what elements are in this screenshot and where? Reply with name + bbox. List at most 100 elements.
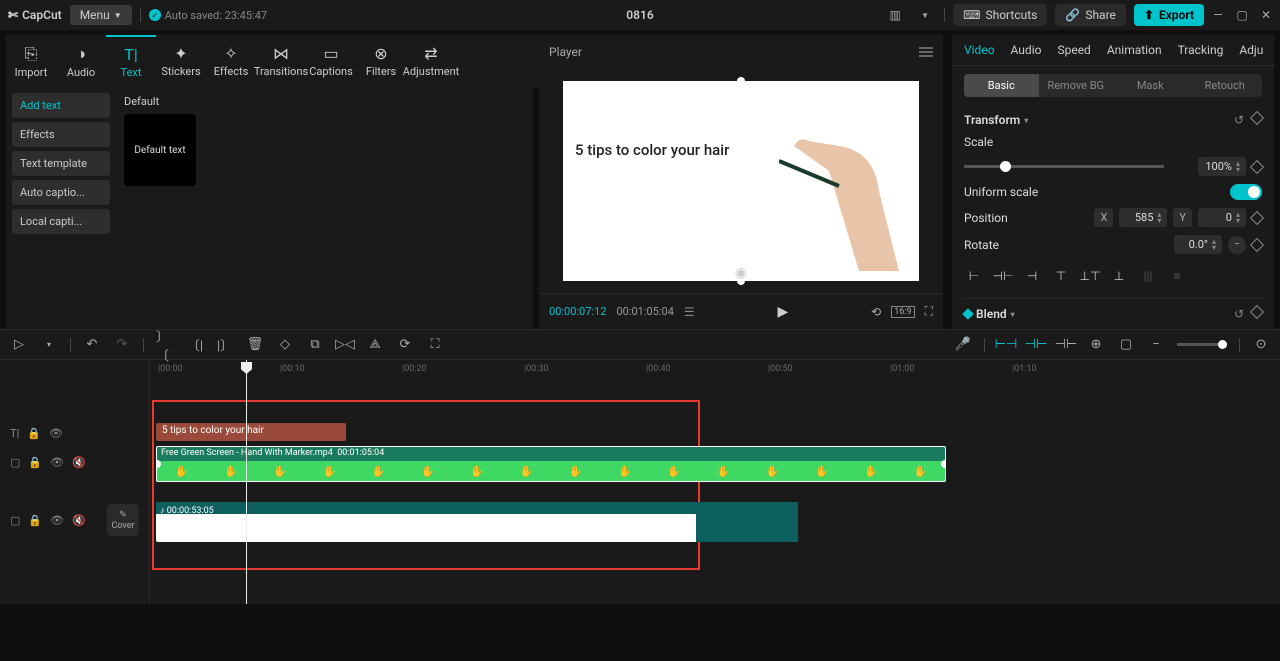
align-vcenter-icon[interactable]: ⊥⊤ bbox=[1080, 266, 1100, 286]
tab-transitions[interactable]: ⋈Transitions bbox=[256, 35, 306, 87]
lock-icon[interactable]: 🔒 bbox=[27, 427, 41, 440]
project-title[interactable]: 0816 bbox=[626, 8, 653, 22]
eye-icon[interactable]: 👁 bbox=[49, 427, 63, 440]
tab-filters[interactable]: ⊗Filters bbox=[356, 35, 406, 87]
magnet-center-icon[interactable]: ⊣⊢ bbox=[1027, 336, 1045, 354]
seg-tab-remove-bg[interactable]: Remove BG bbox=[1039, 74, 1114, 97]
play-button[interactable]: ▶ bbox=[778, 304, 789, 320]
player-menu-icon[interactable] bbox=[919, 47, 933, 57]
tab-captions[interactable]: ▭Captions bbox=[306, 35, 356, 87]
keyframe-button[interactable] bbox=[1250, 305, 1264, 319]
sidebar-item-4[interactable]: Local capti... bbox=[12, 209, 110, 234]
layout-icon[interactable]: ▥ bbox=[884, 4, 906, 26]
timeline-ruler[interactable]: |00:00|00:10|00:20|00:30|00:40|00:50|01:… bbox=[150, 360, 1280, 380]
clip-handle-right[interactable] bbox=[941, 460, 946, 468]
fullscreen-icon[interactable]: ⛶ bbox=[925, 304, 933, 319]
redo-button[interactable]: ↷ bbox=[113, 336, 131, 354]
preview-frame[interactable]: 5 tips to color your hair bbox=[563, 81, 919, 281]
keyframe-button[interactable] bbox=[1250, 159, 1264, 173]
distribute-h-icon[interactable]: ||| bbox=[1138, 266, 1158, 286]
reset-icon[interactable]: ↺ bbox=[1234, 113, 1244, 127]
eye-icon[interactable]: 👁 bbox=[50, 514, 64, 527]
link-icon[interactable]: ⊕ bbox=[1087, 336, 1105, 354]
split-tool[interactable]: 〕〔 bbox=[156, 336, 174, 354]
props-tab-speed[interactable]: Speed bbox=[1057, 43, 1090, 57]
seg-tab-retouch[interactable]: Retouch bbox=[1188, 74, 1263, 97]
ratio-icon[interactable]: 16:9 bbox=[891, 306, 914, 318]
sidebar-item-0[interactable]: Add text bbox=[12, 93, 110, 118]
scale-input[interactable]: 100%▴▾ bbox=[1198, 157, 1246, 176]
tab-stickers[interactable]: ✦Stickers bbox=[156, 35, 206, 87]
seg-tab-basic[interactable]: Basic bbox=[964, 74, 1039, 97]
mute-icon[interactable]: 🔇 bbox=[72, 514, 86, 527]
props-tab-adju[interactable]: Adju bbox=[1239, 43, 1263, 57]
mirror-tool[interactable]: ▷◁ bbox=[336, 336, 354, 354]
flip-h-tool[interactable]: ⟁ bbox=[366, 336, 384, 354]
keyframe-button[interactable] bbox=[1250, 210, 1264, 224]
delete-tool[interactable]: 🗑 bbox=[246, 336, 264, 354]
export-button[interactable]: ⬆ Export bbox=[1134, 4, 1204, 26]
sidebar-item-3[interactable]: Auto captio... bbox=[12, 180, 110, 205]
align-top-icon[interactable]: ⊤ bbox=[1051, 266, 1071, 286]
frame-handle-top[interactable] bbox=[737, 77, 745, 85]
rotate-dial[interactable]: − bbox=[1228, 236, 1246, 254]
menu-button[interactable]: Menu ▼ bbox=[70, 5, 132, 25]
chevron-down-icon[interactable]: ▼ bbox=[914, 4, 936, 26]
uniform-scale-toggle[interactable] bbox=[1230, 184, 1262, 200]
align-left-icon[interactable]: ⊢ bbox=[964, 266, 984, 286]
marker-tool[interactable]: ◇ bbox=[276, 336, 294, 354]
lock-icon[interactable]: 🔒 bbox=[28, 514, 42, 527]
zoom-slider[interactable] bbox=[1177, 343, 1227, 346]
magnet-left-icon[interactable]: ⊢⊣ bbox=[997, 336, 1015, 354]
tab-audio[interactable]: ◑Audio bbox=[56, 35, 106, 87]
tab-text[interactable]: T|Text bbox=[106, 35, 156, 87]
x-input[interactable]: 585▴▾ bbox=[1119, 208, 1167, 227]
distribute-v-icon[interactable]: ≡ bbox=[1167, 266, 1187, 286]
trim-right-tool[interactable]: |〕 bbox=[216, 336, 234, 354]
list-icon[interactable]: ☰ bbox=[684, 305, 695, 319]
reset-icon[interactable]: ↺ bbox=[1234, 307, 1244, 321]
rotate-input[interactable]: 0.0°▴▾ bbox=[1174, 235, 1222, 254]
keyframe-button[interactable] bbox=[1250, 111, 1264, 125]
video-clip[interactable]: Free Green Screen - Hand With Marker.mp4… bbox=[156, 446, 946, 482]
default-text-card[interactable]: Default text bbox=[124, 114, 196, 186]
sidebar-item-2[interactable]: Text template bbox=[12, 151, 110, 176]
text-clip[interactable]: 5 tips to color your hair bbox=[156, 423, 346, 441]
align-bottom-icon[interactable]: ⊥ bbox=[1109, 266, 1129, 286]
eye-icon[interactable]: 👁 bbox=[50, 456, 64, 469]
magnet-right-icon[interactable]: ⊣⊢ bbox=[1057, 336, 1075, 354]
keyframe-button[interactable] bbox=[1250, 237, 1264, 251]
fit-icon[interactable]: ⊙ bbox=[1252, 336, 1270, 354]
chevron-down-icon[interactable]: ▾ bbox=[1024, 116, 1028, 125]
y-input[interactable]: 0▴▾ bbox=[1198, 208, 1246, 227]
copy-tool[interactable]: ⧉ bbox=[306, 336, 324, 354]
crop-tool[interactable]: ⛶ bbox=[426, 336, 444, 354]
lock-icon[interactable]: 🔒 bbox=[28, 456, 42, 469]
preview-icon[interactable]: ▢ bbox=[1117, 336, 1135, 354]
chevron-down-icon[interactable]: ▾ bbox=[1011, 310, 1015, 319]
minimize-button[interactable]: — bbox=[1212, 8, 1224, 22]
sidebar-item-1[interactable]: Effects bbox=[12, 122, 110, 147]
maximize-button[interactable]: ▢ bbox=[1236, 8, 1248, 22]
zoom-out-icon[interactable]: − bbox=[1147, 336, 1165, 354]
trim-left-tool[interactable]: 〔| bbox=[186, 336, 204, 354]
tab-effects[interactable]: ✧Effects bbox=[206, 35, 256, 87]
share-button[interactable]: 🔗 Share bbox=[1055, 4, 1126, 26]
shortcuts-button[interactable]: ⌨ Shortcuts bbox=[953, 4, 1047, 26]
preview-area[interactable]: 5 tips to color your hair ◉ bbox=[539, 69, 943, 293]
scale-slider[interactable] bbox=[964, 165, 1164, 168]
align-right-icon[interactable]: ⊣ bbox=[1022, 266, 1042, 286]
close-button[interactable]: ✕ bbox=[1260, 8, 1272, 22]
dashcam-icon[interactable]: ◉ bbox=[735, 265, 747, 281]
seg-tab-mask[interactable]: Mask bbox=[1113, 74, 1188, 97]
props-tab-tracking[interactable]: Tracking bbox=[1178, 43, 1224, 57]
props-tab-video[interactable]: Video bbox=[964, 43, 995, 57]
pointer-tool[interactable]: ▷ bbox=[10, 336, 28, 354]
tab-import[interactable]: ⎘Import bbox=[6, 35, 56, 87]
mute-icon[interactable]: 🔇 bbox=[72, 456, 86, 469]
props-tab-audio[interactable]: Audio bbox=[1011, 43, 1042, 57]
props-tab-animation[interactable]: Animation bbox=[1107, 43, 1162, 57]
align-hcenter-icon[interactable]: ⊣⊢ bbox=[993, 266, 1013, 286]
timeline-tracks[interactable]: |00:00|00:10|00:20|00:30|00:40|00:50|01:… bbox=[150, 360, 1280, 604]
rotate-tool[interactable]: ⟳ bbox=[396, 336, 414, 354]
